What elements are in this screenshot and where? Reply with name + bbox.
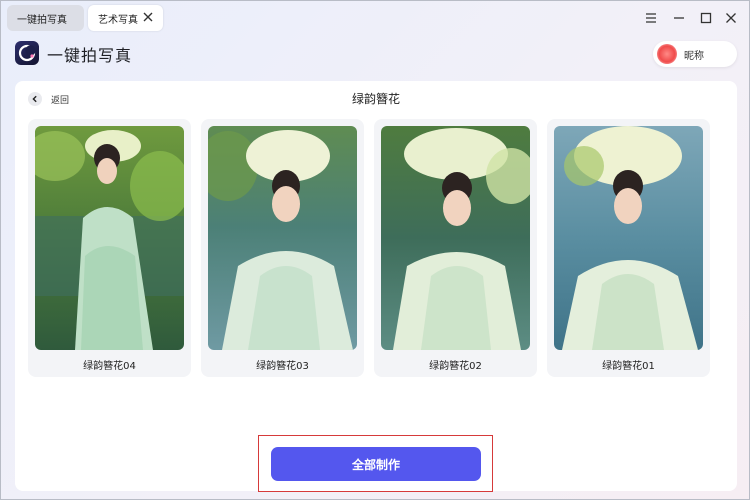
- portrait-image: [554, 126, 703, 350]
- card-label: 绿韵簪花01: [602, 361, 655, 372]
- card-label: 绿韵簪花02: [429, 361, 482, 372]
- close-icon[interactable]: [723, 10, 739, 26]
- card-label: 绿韵簪花03: [256, 361, 309, 372]
- template-card[interactable]: 绿韵簪花04: [28, 119, 191, 377]
- template-card[interactable]: 绿韵簪花03: [201, 119, 364, 377]
- app-logo: [15, 41, 39, 65]
- portrait-image: [35, 126, 184, 350]
- main-panel: 返回 绿韵簪花 绿韵簪花04 绿韵簪花03 绿韵簪花02 绿韵簪花01 全部制作: [15, 81, 737, 492]
- page-title: 绿韵簪花: [351, 92, 400, 106]
- tab-art-portrait[interactable]: 艺术写真: [88, 5, 163, 31]
- tab-one-click-portrait[interactable]: 一键拍写真: [7, 5, 84, 31]
- user-menu[interactable]: 昵称: [653, 41, 737, 67]
- tab-close-icon[interactable]: [141, 10, 155, 24]
- title-bar: 一键拍写真 艺术写真: [1, 1, 750, 35]
- app-title: 一键拍写真: [47, 46, 133, 65]
- portrait-photo-icon: [554, 126, 703, 350]
- maximize-icon[interactable]: [698, 10, 714, 26]
- minimize-icon[interactable]: [671, 10, 687, 26]
- moon-icon: [18, 44, 36, 62]
- portrait-image: [381, 126, 530, 350]
- nickname: 昵称: [684, 51, 704, 62]
- tab-label: 一键拍写真: [17, 14, 67, 26]
- portrait-photo-icon: [35, 126, 184, 350]
- template-card[interactable]: 绿韵簪花01: [547, 119, 710, 377]
- tab-label: 艺术写真: [98, 14, 138, 26]
- portrait-image: [208, 126, 357, 350]
- make-all-button[interactable]: 全部制作: [271, 447, 481, 481]
- portrait-photo-icon: [381, 126, 530, 350]
- card-label: 绿韵簪花04: [83, 361, 136, 372]
- avatar: [657, 44, 677, 64]
- portrait-photo-icon: [208, 126, 357, 350]
- template-card[interactable]: 绿韵簪花02: [374, 119, 537, 377]
- menu-icon[interactable]: [643, 10, 659, 26]
